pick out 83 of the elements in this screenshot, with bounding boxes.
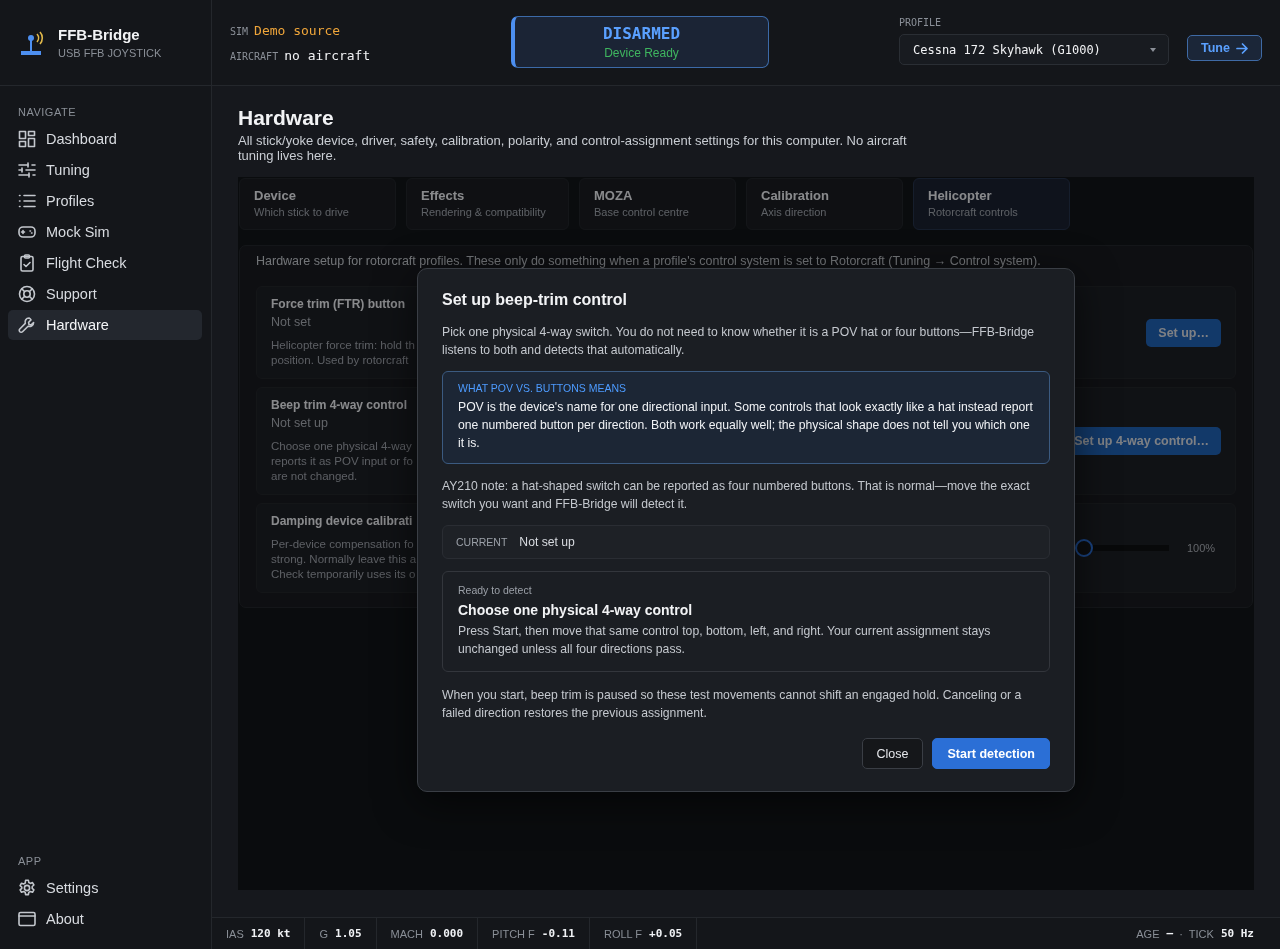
caret-icon	[1150, 47, 1156, 52]
aircraft-name: no aircraft	[284, 48, 371, 63]
current-value: Not set up	[519, 535, 575, 549]
sim-source: Demo source	[254, 23, 341, 38]
tab[interactable]: Effects Rendering & compatibility	[406, 178, 569, 230]
readout-label: MACH	[390, 927, 423, 940]
description-text: Choose one physical 4-way	[271, 439, 413, 454]
tab[interactable]: Calibration Axis direction	[746, 178, 903, 230]
detection-text: Press Start, then move that same control top, bottom, left, and right. Your current assignment stays unchanged unless all four directions pass.	[458, 623, 992, 658]
separator-dot: ·	[1179, 927, 1183, 940]
settings-icon	[18, 879, 36, 897]
clipboard-check-icon	[18, 254, 36, 272]
field-label: CURRENT	[456, 536, 508, 548]
readout-value: —	[1166, 927, 1174, 940]
sidebar-item[interactable]: Profiles	[8, 186, 202, 216]
description-text: reports it as POV input or fo	[271, 454, 413, 469]
profile-select[interactable]: Cessna 172 Skyhawk (G1000)	[899, 34, 1169, 65]
section-heading: APP	[17, 855, 43, 867]
readout-value: +0.05	[649, 927, 683, 940]
info-text: POV is the device's name for one directional input. Some controls that look exactly like a hat instead report one numbered button per direction. Both work equally well; the physical shape does not tell you which one it is.	[458, 399, 1034, 452]
footer-note: When you start, beep trim is paused so these test movements cannot shift an engaged hold. Canceling or a failed direction restores the previous assignment.	[442, 687, 1023, 722]
app-subtitle: USB FFB JOYSTICK	[58, 47, 162, 59]
description-text: Per-device compensation fo	[271, 537, 415, 552]
tab[interactable]: MOZA Base control centre	[579, 178, 736, 230]
setting-title: Beep trim 4-way control	[271, 398, 409, 412]
setting-title: Force trim (FTR) button	[271, 297, 406, 311]
grid-icon	[18, 130, 36, 148]
wrench-icon	[18, 316, 36, 334]
tab[interactable]: Helicopter Rotorcraft controls	[913, 178, 1070, 230]
description-text: position. Used by rotorcraft	[271, 353, 410, 368]
device-note: AY210 note: a hat-shaped switch can be reported as four numbered buttons. That is normal—move the exact switch you want and FFB-Bridge will detect it.	[442, 478, 1031, 513]
close-button[interactable]: Close	[861, 738, 924, 769]
description-text: are not changed.	[271, 469, 359, 484]
sidebar-item[interactable]: Settings	[8, 873, 202, 903]
detection-status: Ready to detect	[458, 584, 533, 596]
card-intro: Hardware setup for rotorcraft profiles. These only do something when a profile's control system is set to Rotorcraft (Tuning → Control system).	[256, 254, 1042, 268]
field-label: SIM	[230, 26, 249, 37]
info-heading: WHAT POV VS. BUTTONS MEANS	[458, 382, 628, 394]
section-heading: NAVIGATE	[17, 106, 77, 118]
readout-label: TICK	[1188, 927, 1214, 940]
sidebar-item[interactable]: Dashboard	[8, 124, 202, 154]
readout-label: IAS	[226, 927, 244, 940]
readout-label: ROLL F	[603, 927, 643, 940]
setting-status: Not set up	[271, 416, 329, 430]
list-icon	[18, 192, 36, 210]
readout-value: 0.000	[429, 927, 464, 940]
slider-thumb[interactable]	[1075, 539, 1093, 557]
readout-value: 120 kt	[250, 927, 291, 940]
description-text: Helicopter force trim: hold th	[271, 338, 415, 353]
sidebar-item[interactable]: Mock Sim	[8, 217, 202, 247]
readout-label: AGE	[1136, 927, 1160, 940]
lifebuoy-icon	[18, 285, 36, 303]
tab[interactable]: Device Which stick to drive	[239, 178, 396, 230]
readout-value: -0.11	[541, 927, 575, 940]
readout-value: 50 Hz	[1220, 927, 1254, 940]
gamepad-icon	[18, 223, 36, 241]
sidebar-item[interactable]: Tuning	[8, 155, 202, 185]
field-label: AIRCRAFT	[230, 51, 279, 62]
setting-status: Not set	[271, 315, 312, 329]
arm-state: DISARMED	[602, 24, 681, 43]
sliders-icon	[18, 161, 36, 179]
slider-value: 100%	[1187, 542, 1217, 554]
page-description: All stick/yoke device, driver, safety, calibration, polarity, and control-assignment settings for this computer. No aircraft tuning lives here.	[238, 133, 908, 163]
dialog-intro: Pick one physical 4-way switch. You do not need to know whether it is a POV hat or four buttons—FFB-Bridge listens to both and detects that automatically.	[442, 324, 1036, 359]
sidebar-item[interactable]: Flight Check	[8, 248, 202, 278]
readout-label: PITCH F	[492, 927, 535, 940]
device-state: Device Ready	[604, 46, 679, 60]
readout-label: G	[319, 927, 329, 940]
sidebar-item[interactable]: Hardware	[8, 310, 202, 340]
readout-value: 1.05	[335, 927, 362, 940]
setting-title: Damping device calibrati	[271, 514, 414, 528]
window-icon	[18, 910, 36, 928]
page-title: Hardware	[238, 106, 335, 130]
tune-button[interactable]: Tune	[1187, 35, 1262, 61]
joystick-logo-icon	[20, 29, 46, 56]
start-detection-button[interactable]: Start detection	[932, 738, 1050, 769]
sidebar-item[interactable]: About	[8, 904, 202, 934]
app-name: FFB-Bridge	[58, 26, 141, 43]
arrow-right-icon	[1235, 42, 1248, 54]
sidebar-item[interactable]: Support	[8, 279, 202, 309]
detection-title: Choose one physical 4-way control	[458, 602, 694, 618]
field-label: PROFILE	[899, 17, 943, 28]
dialog-title: Set up beep-trim control	[442, 291, 628, 309]
